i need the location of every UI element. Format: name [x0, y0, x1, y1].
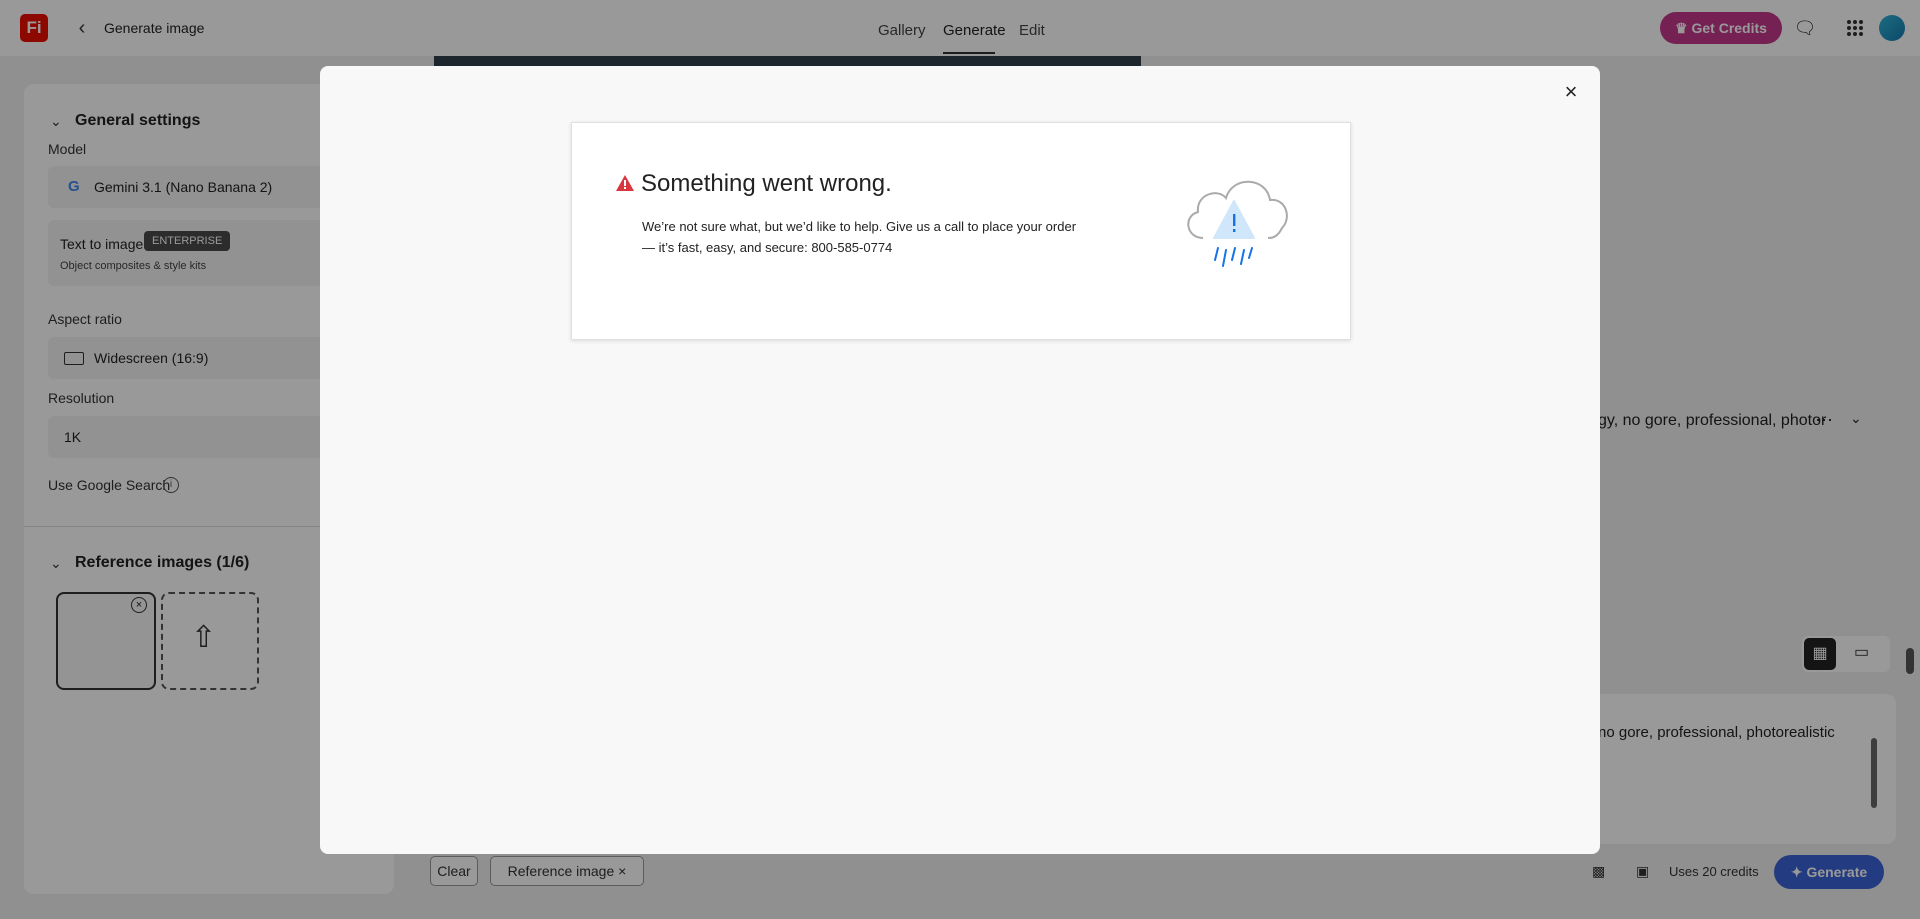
- cloud-warning-icon: [1178, 166, 1298, 281]
- close-icon[interactable]: ×: [1559, 80, 1583, 104]
- error-message: We’re not sure what, but we’d like to he…: [642, 219, 1077, 255]
- error-title: Something went wrong.: [641, 170, 892, 197]
- warning-icon: [616, 175, 634, 196]
